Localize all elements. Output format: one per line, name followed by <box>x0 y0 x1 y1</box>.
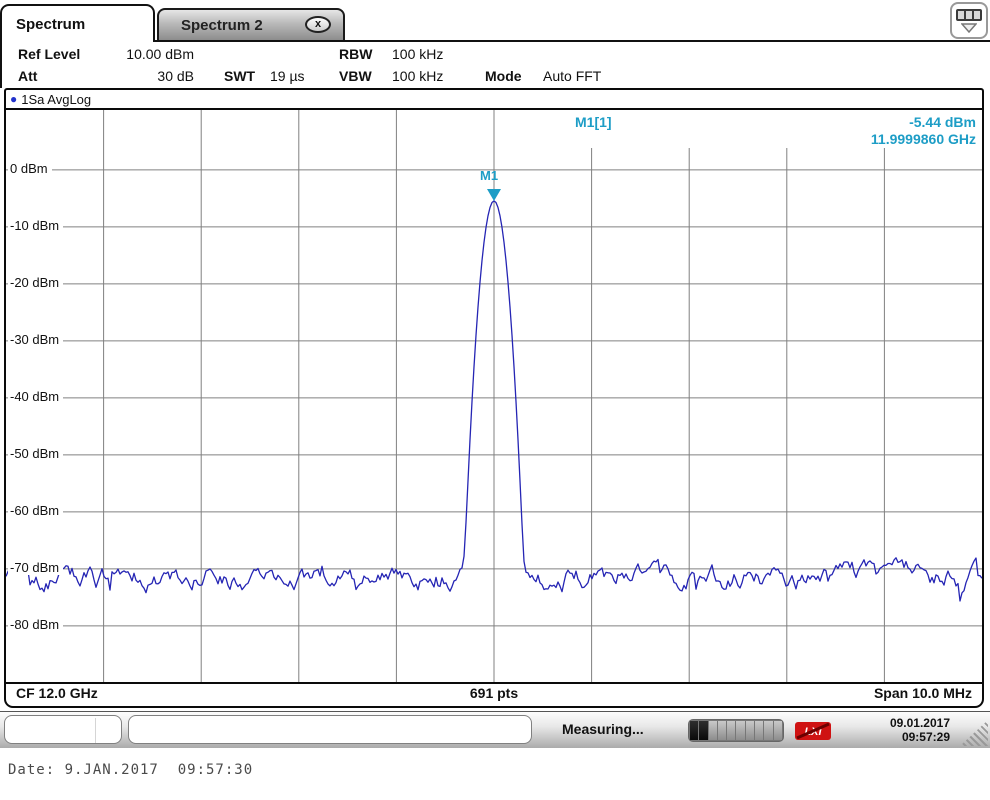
swt-label: SWT <box>224 68 256 84</box>
marker-level: -5.44 dBm <box>909 114 976 130</box>
tab-close-icon[interactable]: x <box>305 16 331 33</box>
mode-value[interactable]: Auto FFT <box>543 68 601 84</box>
toolbar-menu-button[interactable] <box>950 2 988 39</box>
y-axis-label-m30dbm: -30 dBm <box>8 332 64 347</box>
ref-level-value[interactable]: 10.00 dBm <box>102 46 194 62</box>
grid-and-trace-canvas <box>6 110 982 682</box>
att-value[interactable]: 30 dB <box>102 68 194 84</box>
marker-m1-label: M1 <box>480 168 499 183</box>
measurement-progress-bar <box>688 719 784 742</box>
sweep-points-value[interactable]: 691 pts <box>470 685 518 701</box>
marker-title: M1[1] <box>575 114 612 130</box>
swt-value[interactable]: 19 µs <box>270 68 305 84</box>
trace-info-bar[interactable]: ● 1Sa AvgLog <box>6 90 982 110</box>
marker-frequency: 11.9999860 GHz <box>870 131 976 147</box>
resize-grip-icon[interactable] <box>960 720 988 746</box>
y-axis-label-m40dbm: -40 dBm <box>8 389 64 404</box>
status-bar: Measuring... LXI 09.01.2017 09:57:29 <box>0 711 990 748</box>
status-datetime: 09.01.2017 09:57:29 <box>889 716 950 744</box>
rbw-label: RBW <box>339 46 373 62</box>
tab-spectrum-2-label: Spectrum 2 <box>181 16 263 34</box>
y-axis-label-m80dbm: -80 dBm <box>8 617 64 632</box>
y-axis-label-0dbm: 0 dBm <box>8 161 52 176</box>
chevron-down-icon <box>961 22 977 33</box>
mode-label: Mode <box>485 68 522 84</box>
lxi-disconnected-icon[interactable]: LXI <box>794 721 832 741</box>
spectrum-analyzer-screen: Spectrum Spectrum 2 x Ref Level 10.00 dB… <box>0 0 990 800</box>
measurement-header: Ref Level 10.00 dBm RBW 100 kHz Att 30 d… <box>0 42 990 88</box>
trace1-color-dot-icon: ● <box>10 92 18 106</box>
center-frequency-value[interactable]: CF 12.0 GHz <box>16 685 98 701</box>
hardcopy-date-line: Date: 9.JAN.2017 09:57:30 <box>8 762 254 778</box>
vbw-value[interactable]: 100 kHz <box>392 68 443 84</box>
toolbar-icon <box>956 8 982 21</box>
y-axis-label-m50dbm: -50 dBm <box>8 446 64 461</box>
y-axis-label-m70dbm: -70 dBm <box>8 560 64 575</box>
spectrum-plot[interactable]: 0 dBm -10 dBm -20 dBm -30 dBm -40 dBm -5… <box>6 110 982 682</box>
vbw-label: VBW <box>339 68 372 84</box>
y-axis-label-m20dbm: -20 dBm <box>8 275 64 290</box>
softkey-slot-2[interactable] <box>128 715 532 744</box>
y-axis-label-m60dbm: -60 dBm <box>8 503 64 518</box>
marker-readout-panel[interactable]: M1[1] -5.44 dBm 11.9999860 GHz <box>541 110 982 148</box>
rbw-value[interactable]: 100 kHz <box>392 46 443 62</box>
trace1-mode-label: 1Sa AvgLog <box>21 91 92 107</box>
tab-spectrum-label: Spectrum <box>16 15 86 33</box>
span-value[interactable]: Span 10.0 MHz <box>874 685 972 701</box>
ref-level-label: Ref Level <box>18 46 81 62</box>
y-axis-label-m10dbm: -10 dBm <box>8 218 64 233</box>
softkey-slot-divider <box>95 718 96 743</box>
diagram-window: ● 1Sa AvgLog 0 dBm -10 dBm -20 dBm -30 d… <box>4 88 984 708</box>
measuring-status-text: Measuring... <box>562 721 644 737</box>
softkey-slot-1[interactable] <box>4 715 122 744</box>
marker-m1-triangle-icon[interactable] <box>487 189 501 201</box>
tab-spectrum[interactable]: Spectrum <box>0 4 155 42</box>
tab-spectrum-2[interactable]: Spectrum 2 x <box>157 8 345 40</box>
x-axis-info-bar: CF 12.0 GHz 691 pts Span 10.0 MHz <box>6 682 982 702</box>
att-label: Att <box>18 68 38 84</box>
